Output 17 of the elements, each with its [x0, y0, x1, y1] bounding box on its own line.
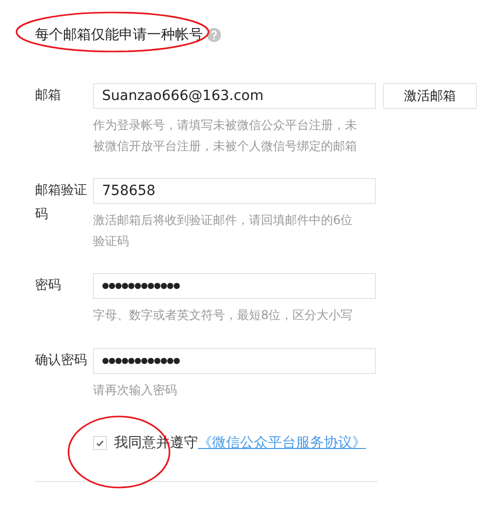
- notice-text: 每个邮箱仅能申请一种帐号: [35, 26, 203, 44]
- field-label: 邮箱验证码: [35, 182, 88, 224]
- hint-text: 字母、数字或者英文符号，最短8位，区分大小写: [93, 307, 354, 324]
- field-label: 邮箱: [35, 87, 62, 105]
- input-field[interactable]: 758658: [93, 178, 376, 204]
- activate-button[interactable]: 激活邮箱: [383, 83, 477, 109]
- help-icon[interactable]: [207, 28, 221, 42]
- hint-text: 激活邮箱后将收到验证邮件，请回填邮件中的6位验证码: [93, 212, 354, 250]
- field-label: 确认密码: [35, 352, 88, 370]
- check-icon: [96, 440, 104, 446]
- hint-text: 作为登录帐号，请填写未被微信公众平台注册，未被微信开放平台注册，未被个人微信号绑定的邮箱: [93, 117, 358, 155]
- hint-text: 请再次输入密码: [93, 382, 178, 399]
- field-label: 密码: [35, 277, 62, 295]
- checkbox[interactable]: [93, 436, 107, 450]
- input-field[interactable]: ●●●●●●●●●●●●: [93, 348, 376, 374]
- input-field[interactable]: ●●●●●●●●●●●●: [93, 273, 376, 299]
- input-field[interactable]: Suanzao666@163.com: [93, 83, 376, 109]
